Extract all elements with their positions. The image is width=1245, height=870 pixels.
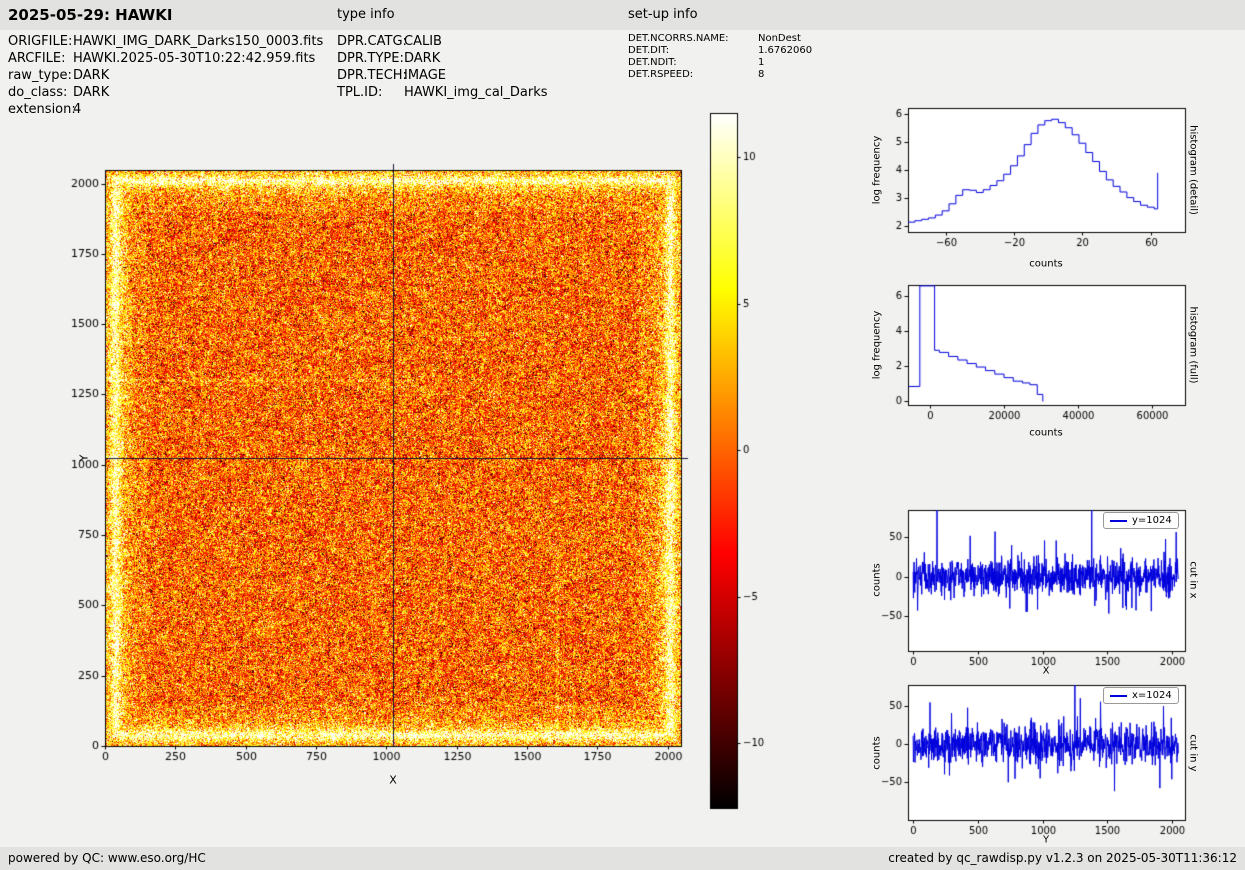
meta-value: HAWKI_IMG_DARK_Darks150_0003.fits xyxy=(73,34,324,49)
page-title: 2025-05-29: HAWKI xyxy=(8,6,173,24)
histogram-detail-x-axis-label: counts xyxy=(1029,258,1063,270)
dark-frame-image xyxy=(55,150,705,805)
setup-info-row: DET.NDIT: 1 xyxy=(628,57,812,69)
meta-value: DARK xyxy=(404,51,441,66)
file-info-row: ARCFILE: HAWKI.2025-05-30T10:22:42.959.fi… xyxy=(8,51,323,68)
meta-value: IMAGE xyxy=(404,68,447,83)
meta-label: DET.DIT: xyxy=(628,45,670,56)
meta-label: DET.NDIT: xyxy=(628,57,677,68)
meta-value: DARK xyxy=(73,85,110,100)
type-info-row: DPR.TYPE:DARK xyxy=(337,51,548,68)
file-info-row: raw_type:DARK xyxy=(8,68,323,85)
histogram-detail-y-axis-label: log frequency xyxy=(871,135,883,205)
meta-value: 4 xyxy=(73,102,82,117)
meta-label: extension: xyxy=(8,102,76,117)
cut-in-x-y-axis-label: counts xyxy=(871,563,883,597)
file-info-block: ORIGFILE:HAWKI_IMG_DARK_Darks150_0003.fi… xyxy=(8,34,323,119)
header-bar: 2025-05-29: HAWKI type info set-up info xyxy=(0,0,1245,30)
cut-in-y-y-axis-label: counts xyxy=(871,736,883,770)
main-image-x-axis-label: X xyxy=(389,773,397,787)
type-info-header: type info xyxy=(337,7,395,22)
setup-info-row: DET.NCORRS.NAME: NonDest xyxy=(628,33,812,45)
meta-label: raw_type: xyxy=(8,68,72,83)
file-info-row: ORIGFILE:HAWKI_IMG_DARK_Darks150_0003.fi… xyxy=(8,34,323,51)
meta-value: HAWKI.2025-05-30T10:22:42.959.fits xyxy=(73,51,316,66)
histogram-full-x-axis-label: counts xyxy=(1029,427,1063,439)
meta-label: TPL.ID: xyxy=(337,85,383,100)
meta-label: DPR.TYPE: xyxy=(337,51,404,66)
setup-info-header: set-up info xyxy=(628,7,698,22)
meta-value: HAWKI_img_cal_Darks xyxy=(404,85,548,100)
meta-value: 8 xyxy=(758,69,765,80)
meta-label: ARCFILE: xyxy=(8,51,66,66)
legend-label: y=1024 xyxy=(1132,515,1172,526)
cut-in-x-legend: y=1024 xyxy=(1103,512,1179,529)
meta-label: DPR.TECH: xyxy=(337,68,407,83)
qc-report-page: 2025-05-29: HAWKI type info set-up info … xyxy=(0,0,1245,870)
type-info-row: DPR.CATG:CALIB xyxy=(337,34,548,51)
setup-info-row: DET.DIT: 1.6762060 xyxy=(628,45,812,57)
meta-label: DPR.CATG: xyxy=(337,34,407,49)
meta-value: 1 xyxy=(758,57,765,68)
cut-in-y-right-label: cut in y xyxy=(1187,734,1199,772)
histogram-detail-chart xyxy=(860,100,1195,275)
meta-value: NonDest xyxy=(758,33,801,44)
colorbar xyxy=(700,105,790,820)
cut-in-x-x-axis-label: X xyxy=(1042,665,1050,677)
meta-label: do_class: xyxy=(8,85,68,100)
setup-info-block: DET.NCORRS.NAME: NonDest DET.DIT: 1.676206… xyxy=(628,33,812,81)
histogram-full-y-axis-label: log frequency xyxy=(871,310,883,380)
cut-in-y-legend: x=1024 xyxy=(1103,687,1179,704)
type-info-block: DPR.CATG:CALIB DPR.TYPE:DARK DPR.TECH:IM… xyxy=(337,34,548,102)
meta-label: ORIGFILE: xyxy=(8,34,73,49)
meta-value: DARK xyxy=(73,68,110,83)
histogram-full-chart xyxy=(860,277,1195,452)
legend-line-sample xyxy=(1110,694,1127,697)
setup-info-row: DET.RSPEED: 8 xyxy=(628,69,812,81)
type-info-row: TPL.ID: HAWKI_img_cal_Darks xyxy=(337,85,548,102)
legend-label: x=1024 xyxy=(1132,690,1172,701)
meta-value: 1.6762060 xyxy=(758,45,813,56)
meta-label: DET.NCORRS.NAME: xyxy=(628,33,729,44)
histogram-detail-right-label: histogram (detail) xyxy=(1187,125,1199,215)
meta-value: CALIB xyxy=(404,34,442,49)
legend-line-sample xyxy=(1110,519,1127,522)
footer-created-by: created by qc_rawdisp.py v1.2.3 on 2025-… xyxy=(888,851,1237,865)
footer-credit-qc: powered by QC: www.eso.org/HC xyxy=(8,851,206,865)
file-info-row: do_class: DARK xyxy=(8,85,323,102)
meta-label: DET.RSPEED: xyxy=(628,69,694,80)
file-info-row: extension:4 xyxy=(8,102,323,119)
histogram-full-right-label: histogram (full) xyxy=(1187,306,1199,384)
type-info-row: DPR.TECH:IMAGE xyxy=(337,68,548,85)
cut-in-x-right-label: cut in x xyxy=(1187,561,1199,599)
cut-in-y-x-axis-label: Y xyxy=(1042,834,1050,846)
footer-bar: powered by QC: www.eso.org/HC created by… xyxy=(0,847,1245,870)
main-image-y-axis-label: Y xyxy=(77,454,91,462)
